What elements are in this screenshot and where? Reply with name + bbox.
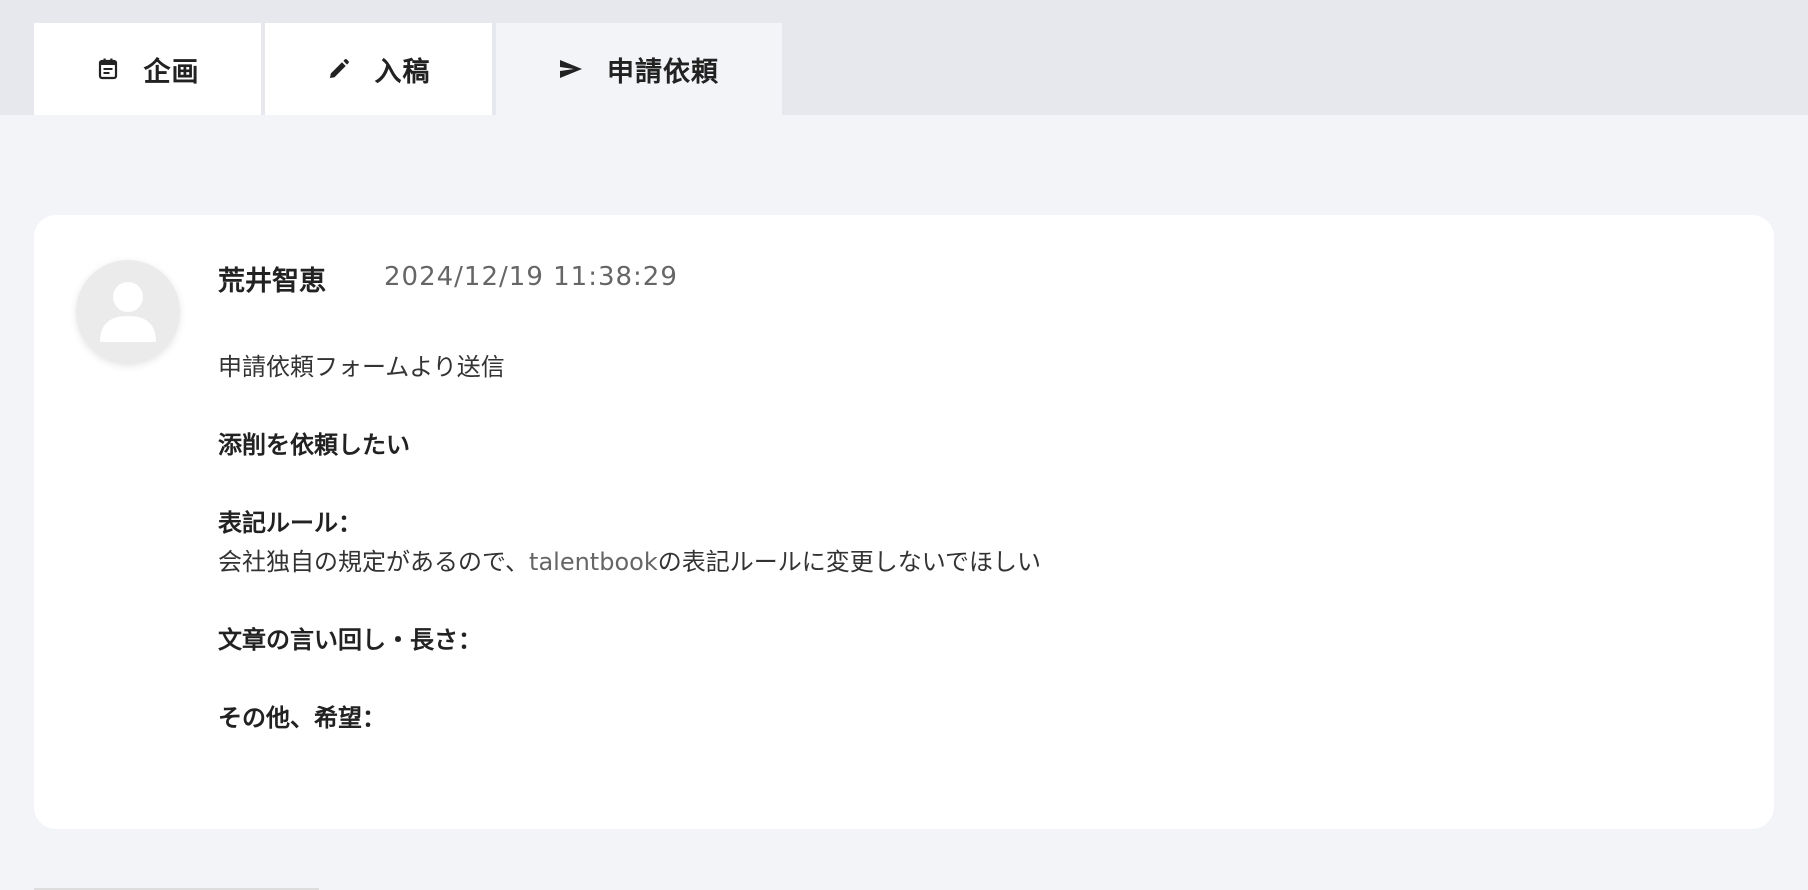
comment-author: 荒井智恵 <box>218 266 326 297</box>
style-heading: 文章の言い回し・長さ： <box>218 626 482 654</box>
tab-plan[interactable]: 企画 <box>34 23 261 115</box>
comment-source-line: 申請依頼フォームより送信 <box>218 353 505 381</box>
rule-text-part2: の表記ルールに変更しないでほしい <box>657 548 1041 576</box>
rule-text: 会社独自の規定があるので、talentbookの表記ルールに変更しないでほしい <box>218 543 1718 582</box>
send-icon <box>559 57 583 81</box>
tab-draft[interactable]: 入稿 <box>265 23 492 115</box>
tab-draft-label: 入稿 <box>374 56 431 88</box>
rule-text-brand: talentbook <box>529 548 658 576</box>
rule-heading: 表記ルール： <box>218 509 362 537</box>
user-silhouette-icon <box>100 282 156 342</box>
rule-text-part1: 会社独自の規定があるので、 <box>218 548 530 576</box>
comment-timestamp: 2024/12/19 11:38:29 <box>384 262 678 292</box>
comment-body: 申請依頼フォームより送信 添削を依頼したい 表記ルール： 会社独自の規定があるの… <box>218 348 1718 738</box>
calendar-note-icon <box>96 57 120 81</box>
comment-card: 荒井智恵 2024/12/19 11:38:29 申請依頼フォームより送信 添削… <box>34 215 1774 829</box>
other-heading: その他、希望： <box>218 704 386 732</box>
avatar <box>76 260 180 364</box>
tab-request[interactable]: 申請依頼 <box>496 23 782 115</box>
pencil-icon <box>327 57 351 81</box>
tab-bar: 企画 入稿 申請依頼 <box>0 0 1808 115</box>
tab-request-label: 申請依頼 <box>607 56 719 88</box>
comment-request-type: 添削を依頼したい <box>218 431 410 459</box>
tab-plan-label: 企画 <box>143 56 200 88</box>
